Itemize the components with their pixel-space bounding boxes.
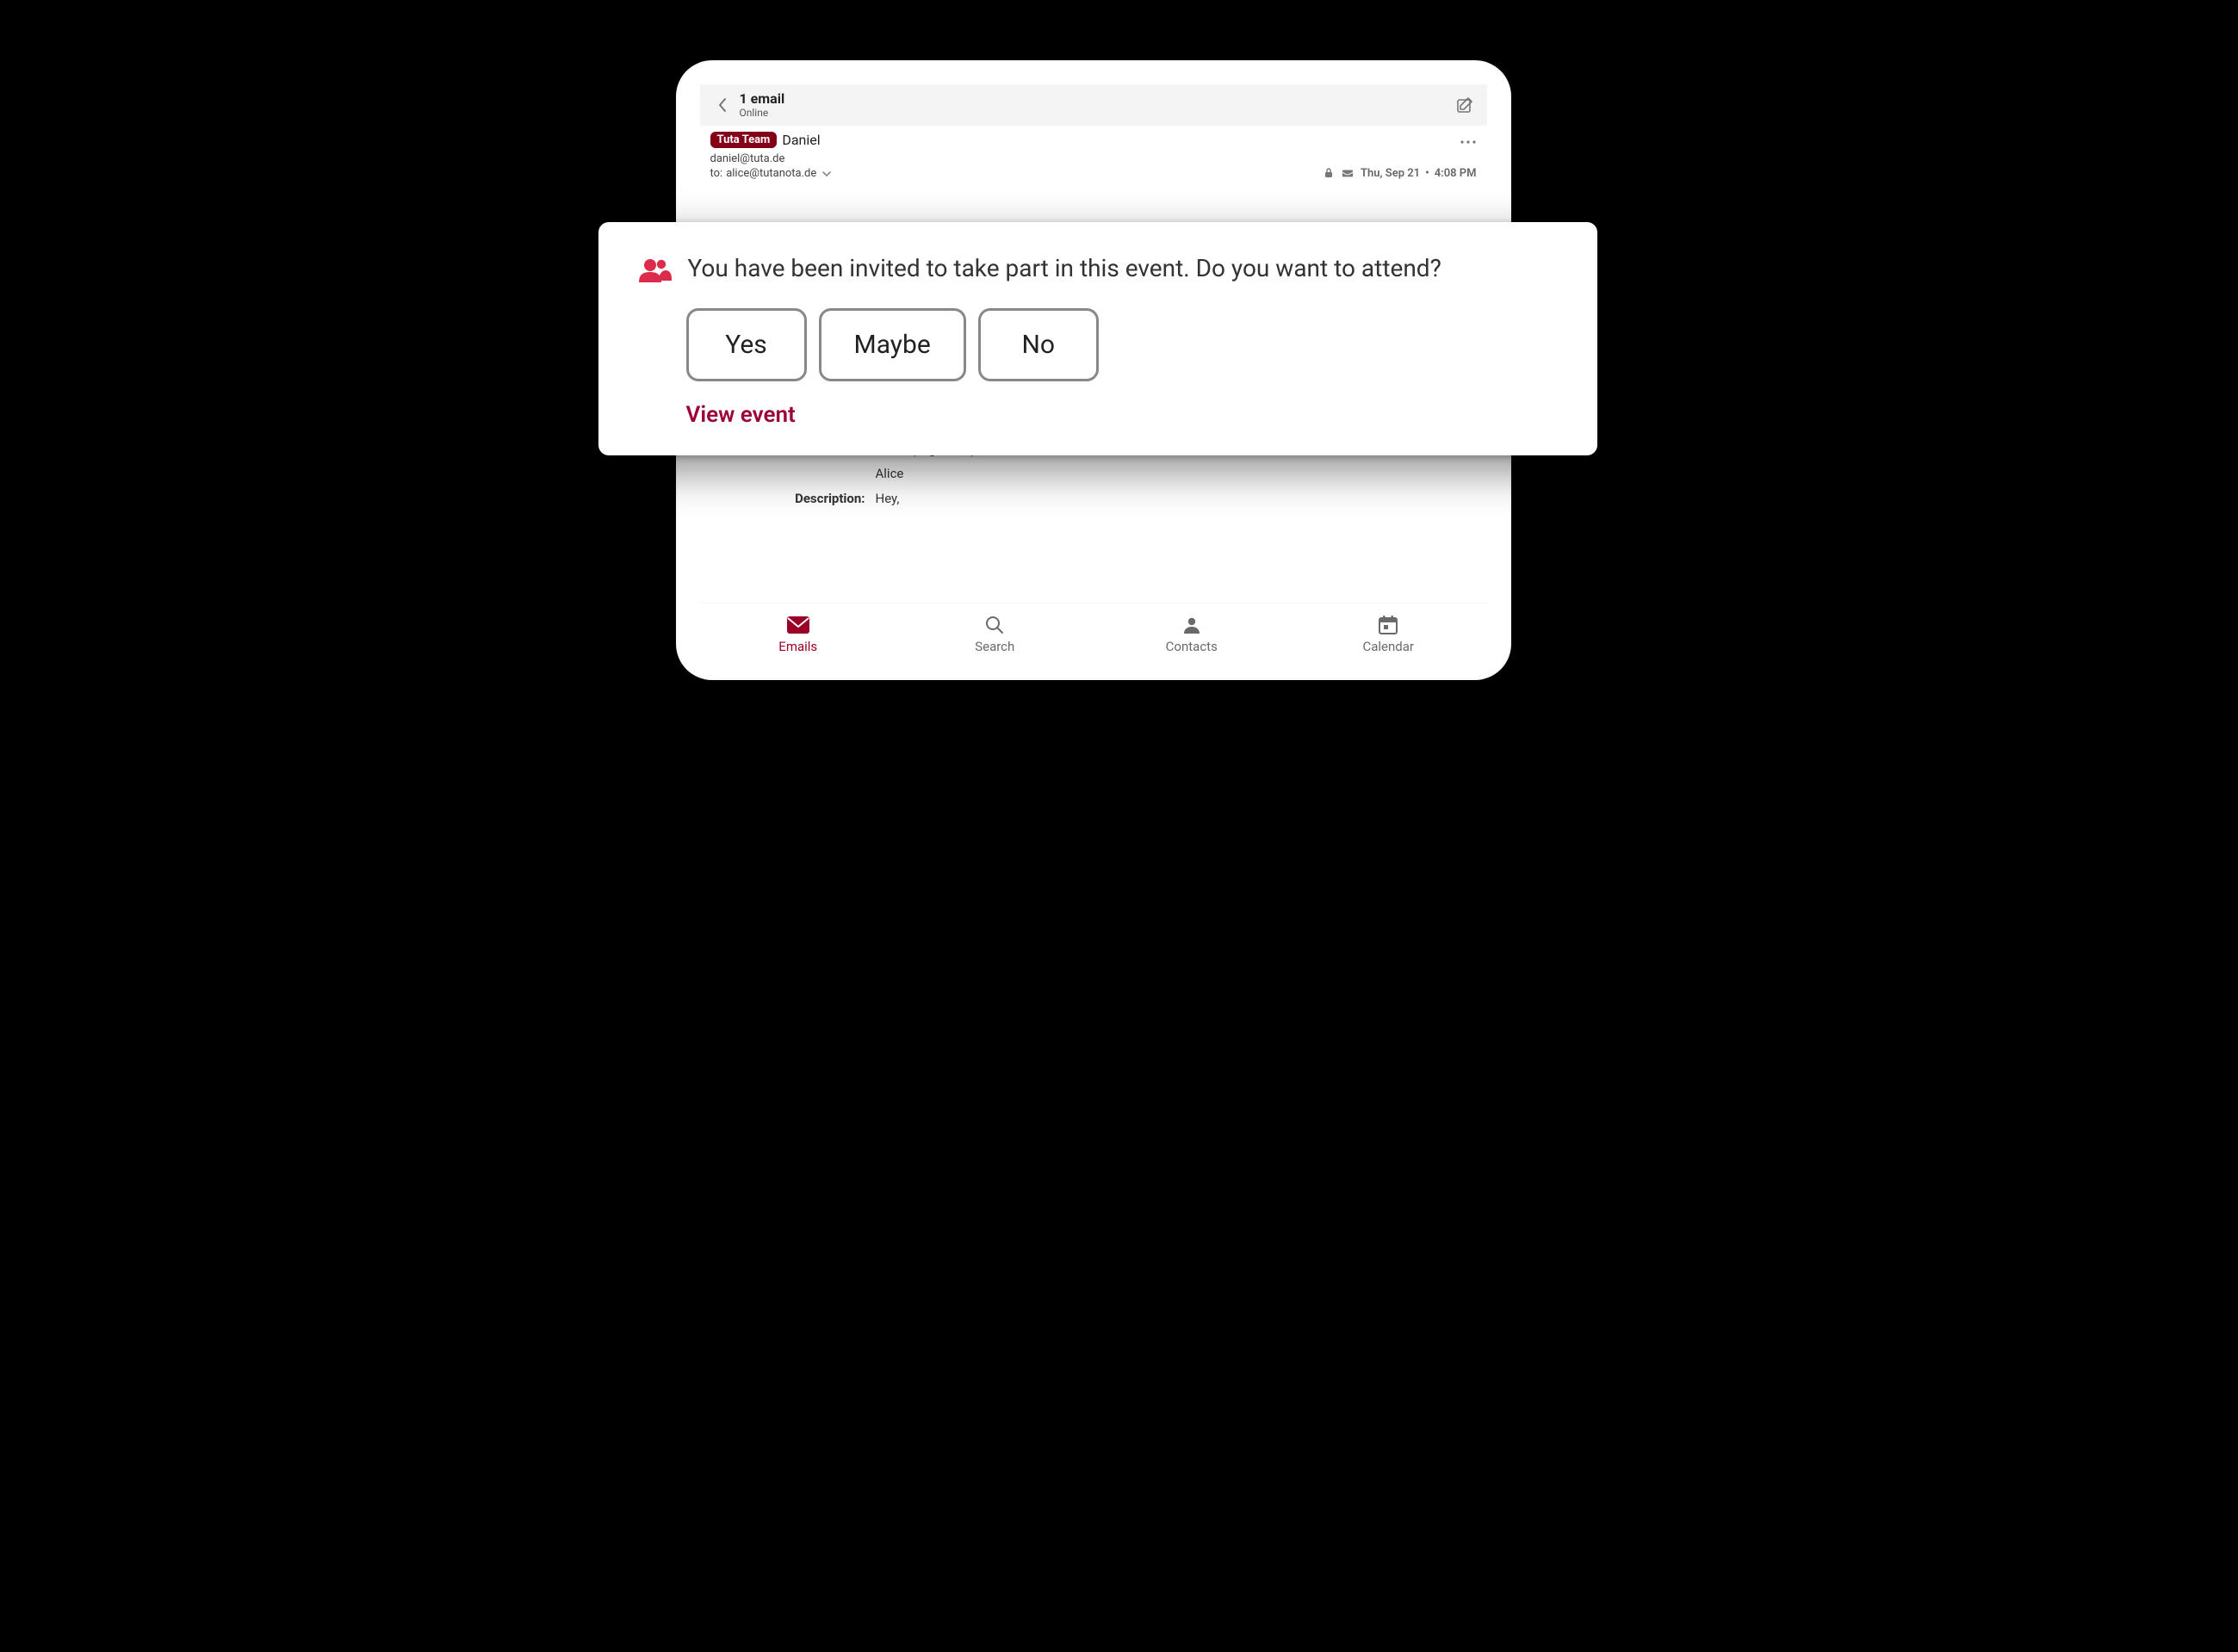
- lock-icon: [1323, 167, 1335, 179]
- people-icon: [638, 257, 673, 284]
- sender-name: Daniel: [782, 132, 820, 148]
- nav-emails-label: Emails: [778, 639, 817, 654]
- mail-date: Thu, Sep 21: [1361, 167, 1420, 180]
- event-description-label: Description:: [710, 486, 865, 511]
- chevron-left-icon: [716, 97, 728, 113]
- nav-emails[interactable]: Emails: [700, 603, 897, 665]
- event-description-row: Description: Hey,: [710, 486, 1477, 511]
- online-status: Online: [740, 107, 1453, 119]
- banner-message: You have been invited to take part in th…: [688, 253, 1441, 283]
- team-badge: Tuta Team: [710, 132, 778, 148]
- rsvp-maybe-button[interactable]: Maybe: [819, 308, 966, 381]
- header-titles: 1 email Online: [740, 91, 1453, 119]
- mail-meta: Tuta Team Daniel daniel@tuta.de to: alic…: [700, 126, 1487, 190]
- nav-calendar[interactable]: Calendar: [1290, 603, 1487, 665]
- banner-header: You have been invited to take part in th…: [638, 253, 1558, 284]
- nav-search[interactable]: Search: [896, 603, 1094, 665]
- contacts-icon: [1180, 615, 1204, 635]
- bottom-nav: Emails Search: [700, 603, 1487, 665]
- to-row: to: alice@tutanota.de: [710, 165, 1477, 182]
- mail-header-bar: 1 email Online: [700, 84, 1487, 126]
- nav-search-label: Search: [975, 639, 1014, 654]
- nav-contacts[interactable]: Contacts: [1094, 603, 1291, 665]
- stage: 1 email Online Tuta Team Daniel: [560, 0, 1679, 826]
- to-prefix: to:: [710, 167, 723, 180]
- mail-meta-right: Thu, Sep 21 • 4:08 PM: [1323, 167, 1477, 180]
- event-description-value: Hey,: [876, 486, 1477, 511]
- invite-banner: You have been invited to take part in th…: [598, 222, 1597, 455]
- inbox-tray-icon: [1342, 167, 1354, 179]
- nav-contacts-label: Contacts: [1166, 639, 1218, 654]
- compose-icon: [1456, 96, 1473, 114]
- search-icon: [983, 615, 1007, 635]
- back-button[interactable]: [710, 93, 735, 117]
- view-event-link[interactable]: View event: [686, 402, 796, 428]
- calendar-icon: [1376, 615, 1400, 635]
- nav-calendar-label: Calendar: [1362, 639, 1414, 654]
- meta-separator: •: [1425, 167, 1429, 180]
- sender-email: daniel@tuta.de: [710, 152, 1477, 165]
- chevron-down-icon: [821, 170, 832, 178]
- expand-recipients-button[interactable]: [821, 165, 832, 182]
- mail-more-button[interactable]: [1460, 131, 1477, 149]
- rsvp-yes-button[interactable]: Yes: [686, 308, 807, 381]
- mail-count-label: 1 email: [740, 91, 1453, 107]
- more-horizontal-icon: [1460, 139, 1477, 145]
- sender-row: Tuta Team Daniel: [710, 131, 1477, 149]
- mail-icon: [786, 615, 810, 635]
- rsvp-options: Yes Maybe No: [686, 308, 1558, 381]
- mail-time: 4:08 PM: [1435, 167, 1477, 180]
- to-address: alice@tutanota.de: [726, 167, 816, 180]
- compose-button[interactable]: [1453, 93, 1477, 117]
- event-who-line2: Alice: [876, 461, 1477, 486]
- rsvp-no-button[interactable]: No: [978, 308, 1099, 381]
